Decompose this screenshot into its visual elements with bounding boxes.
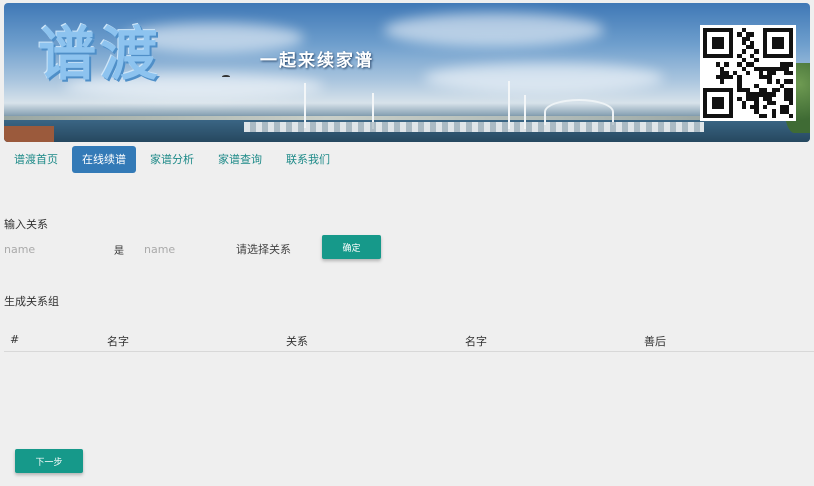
next-step-button[interactable]: 下一步 — [15, 449, 83, 473]
column-relation: 关系 — [286, 335, 308, 348]
nav-search[interactable]: 家谱查询 — [208, 146, 272, 173]
confirm-button[interactable]: 确定 — [322, 235, 381, 259]
cloud — [384, 13, 604, 47]
name-input-1[interactable] — [4, 241, 104, 257]
main-nav: 谱渡首页 在线续谱 家谱分析 家谱查询 联系我们 — [4, 146, 340, 174]
rocks — [4, 126, 54, 142]
bird-icon — [222, 75, 230, 78]
slogan: 一起来续家谱 — [260, 51, 374, 71]
nav-home[interactable]: 谱渡首页 — [4, 146, 68, 173]
logo-text: 谱渡 — [38, 20, 163, 88]
nav-contact[interactable]: 联系我们 — [276, 146, 340, 173]
qr-code-icon — [700, 25, 796, 121]
generate-group-title: 生成关系组 — [4, 295, 59, 308]
cloud — [424, 63, 664, 93]
name-input-2[interactable] — [144, 241, 224, 257]
nav-analysis[interactable]: 家谱分析 — [140, 146, 204, 173]
is-label: 是 — [114, 246, 124, 257]
pier — [244, 122, 704, 132]
relation-table-header: # 名字 关系 名字 善后 — [4, 330, 814, 352]
column-name-1: 名字 — [107, 335, 129, 348]
relation-select[interactable]: 请选择关系 — [236, 241, 291, 257]
header-banner: 谱渡 一起来续家谱 — [4, 3, 810, 142]
input-relation-title: 输入关系 — [4, 218, 48, 231]
nav-online-genealogy[interactable]: 在线续谱 — [72, 146, 136, 173]
column-name-2: 名字 — [465, 335, 487, 348]
column-index: # — [10, 333, 20, 346]
column-action: 善后 — [644, 335, 666, 348]
